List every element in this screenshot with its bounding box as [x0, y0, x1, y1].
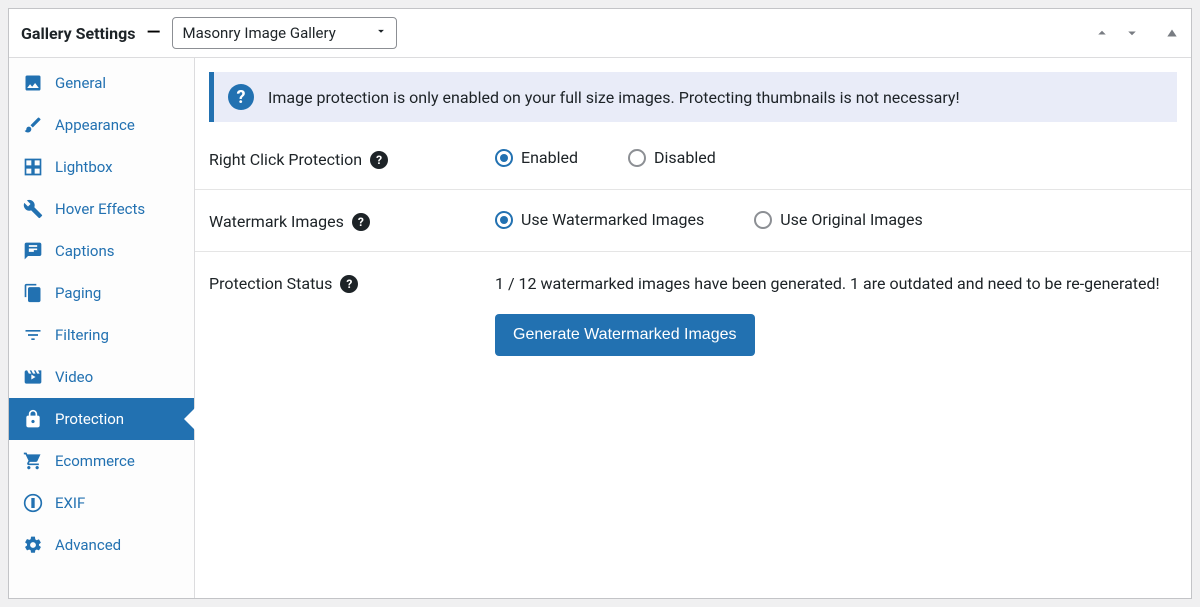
sidebar-item-exif[interactable]: EXIF — [9, 482, 194, 524]
radio-use-watermarked[interactable]: Use Watermarked Images — [495, 210, 704, 229]
sidebar-item-captions[interactable]: Captions — [9, 230, 194, 272]
protection-status-text: 1 / 12 watermarked images have been gene… — [495, 272, 1177, 296]
sidebar-item-label: Paging — [55, 284, 101, 302]
sidebar-item-label: EXIF — [55, 494, 85, 512]
collapse-panel-icon[interactable] — [1165, 26, 1179, 40]
notice-text: Image protection is only enabled on your… — [268, 88, 960, 107]
sidebar-item-video[interactable]: Video — [9, 356, 194, 398]
sidebar-item-label: Filtering — [55, 326, 109, 344]
sidebar-item-lightbox[interactable]: Lightbox — [9, 146, 194, 188]
sidebar-item-hover-effects[interactable]: Hover Effects — [9, 188, 194, 230]
sidebar-item-label: General — [55, 74, 106, 92]
gallery-type-select[interactable]: Masonry Image Gallery — [172, 17, 397, 49]
chevron-down-icon — [374, 24, 388, 42]
settings-content: ? Image protection is only enabled on yo… — [195, 58, 1191, 598]
panel-header: Gallery Settings — Masonry Image Gallery — [9, 9, 1191, 58]
radio-enabled[interactable]: Enabled — [495, 148, 578, 167]
sidebar-item-label: Captions — [55, 242, 114, 260]
sidebar-item-paging[interactable]: Paging — [9, 272, 194, 314]
chat-icon — [23, 241, 43, 261]
radio-dot-icon — [495, 149, 513, 167]
collapse-toggle-icon[interactable]: — — [146, 24, 162, 42]
sidebar-item-filtering[interactable]: Filtering — [9, 314, 194, 356]
info-notice: ? Image protection is only enabled on yo… — [209, 72, 1177, 122]
image-icon — [23, 73, 43, 93]
radio-disabled[interactable]: Disabled — [628, 148, 716, 167]
move-up-icon[interactable] — [1093, 24, 1111, 42]
sidebar-item-label: Protection — [55, 410, 124, 428]
setting-label: Right Click Protection ? — [209, 148, 455, 169]
brush-icon — [23, 115, 43, 135]
radio-group-right-click: Enabled Disabled — [495, 148, 1177, 167]
radio-dot-icon — [628, 149, 646, 167]
help-icon[interactable]: ? — [340, 275, 358, 293]
radio-dot-icon — [495, 211, 513, 229]
lock-icon — [23, 409, 43, 429]
info-icon — [23, 493, 43, 513]
video-icon — [23, 367, 43, 387]
sidebar-item-label: Appearance — [55, 116, 135, 134]
sidebar-item-label: Hover Effects — [55, 200, 145, 218]
sidebar-item-label: Ecommerce — [55, 452, 135, 470]
move-down-icon[interactable] — [1123, 24, 1141, 42]
sidebar-item-protection[interactable]: Protection — [9, 398, 194, 440]
sidebar-item-label: Advanced — [55, 536, 121, 554]
sidebar-item-ecommerce[interactable]: Ecommerce — [9, 440, 194, 482]
radio-group-watermark: Use Watermarked Images Use Original Imag… — [495, 210, 1177, 229]
setting-row-status: Protection Status ? 1 / 12 watermarked i… — [195, 252, 1191, 376]
setting-row-watermark: Watermark Images ? Use Watermarked Image… — [195, 190, 1191, 252]
page-title: Gallery Settings — [21, 24, 136, 43]
help-icon: ? — [228, 84, 254, 110]
generate-watermarked-button[interactable]: Generate Watermarked Images — [495, 314, 755, 356]
setting-label: Protection Status ? — [209, 272, 455, 293]
filter-icon — [23, 325, 43, 345]
radio-use-original[interactable]: Use Original Images — [754, 210, 923, 229]
gallery-type-value: Masonry Image Gallery — [183, 24, 336, 42]
grid-icon — [23, 157, 43, 177]
wrench-icon — [23, 199, 43, 219]
setting-label: Watermark Images ? — [209, 210, 455, 231]
cart-icon — [23, 451, 43, 471]
sidebar-item-appearance[interactable]: Appearance — [9, 104, 194, 146]
help-icon[interactable]: ? — [352, 213, 370, 231]
sidebar-item-label: Video — [55, 368, 93, 386]
gear-icon — [23, 535, 43, 555]
radio-dot-icon — [754, 211, 772, 229]
sidebar-item-label: Lightbox — [55, 158, 113, 176]
settings-sidebar: General Appearance Lightbox Hover Effect… — [9, 58, 195, 598]
pages-icon — [23, 283, 43, 303]
setting-row-right-click: Right Click Protection ? Enabled Disable… — [195, 128, 1191, 190]
sidebar-item-advanced[interactable]: Advanced — [9, 524, 194, 566]
gallery-settings-panel: Gallery Settings — Masonry Image Gallery — [8, 8, 1192, 599]
sidebar-item-general[interactable]: General — [9, 62, 194, 104]
help-icon[interactable]: ? — [370, 151, 388, 169]
